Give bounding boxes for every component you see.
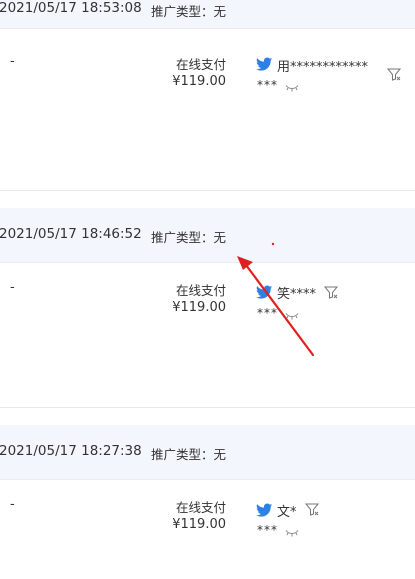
filter-icon[interactable] [324,286,338,299]
eye-closed-icon[interactable] [285,84,299,92]
buyer-name: 笑**** [277,287,317,302]
row-divider [0,407,415,408]
buyer-name: 文* [277,505,297,520]
pay-amount: ¥119.00 [172,74,226,89]
pay-amount: ¥119.00 [172,517,226,532]
filter-icon[interactable] [387,68,401,81]
order-remark: - [10,280,15,295]
order-header: 2021/05/17 18:27:38 推广类型：无 [0,425,415,480]
eye-closed-icon[interactable] [285,529,299,537]
bird-icon [256,57,273,71]
eye-closed-icon[interactable] [285,312,299,320]
buyer-masked-id: *** [257,78,278,92]
buyer-masked-id: *** [257,523,278,537]
promo-type: 推广类型：无 [151,230,227,245]
order-remark: - [10,54,15,69]
buyer-name: 用************ [277,60,369,75]
order-time: 2021/05/17 18:27:38 [0,443,142,459]
pay-method: 在线支付 [175,283,226,298]
row-divider [0,190,415,191]
order-time: 2021/05/17 18:46:52 [0,226,142,242]
promo-type: 推广类型：无 [151,447,227,462]
pay-method: 在线支付 [175,57,226,72]
order-remark: - [10,497,15,512]
order-header: 2021/05/17 18:53:08 推广类型：无 [0,0,415,29]
pay-method: 在线支付 [175,500,226,515]
pay-amount: ¥119.00 [172,300,226,315]
order-header: 2021/05/17 18:46:52 推广类型：无 [0,208,415,263]
filter-icon[interactable] [305,503,319,516]
order-time: 2021/05/17 18:53:08 [0,0,142,16]
bird-icon [256,285,273,299]
promo-type: 推广类型：无 [151,4,227,19]
buyer-masked-id: *** [257,306,278,320]
bird-icon [256,503,273,517]
